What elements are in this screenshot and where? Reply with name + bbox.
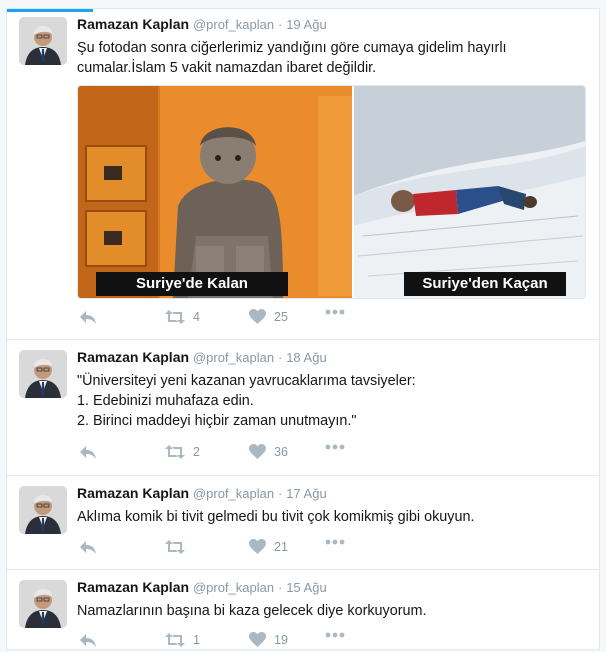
like-button[interactable]: 21 (249, 539, 288, 554)
retweet-count: 1 (193, 633, 200, 647)
retweet-button[interactable]: 4 (165, 309, 200, 325)
media-caption-left: Suriye'de Kalan (136, 275, 248, 292)
tweet-text: Şu fotodan sonra ciğerlerimiz yandığını … (77, 38, 585, 78)
tweet-text-line: 2. Birinci maddeyi hiçbir zaman unutmayı… (77, 413, 357, 429)
retweet-icon (165, 540, 185, 554)
like-count: 19 (274, 632, 288, 647)
tweet-text-line: cumalar.İslam 5 vakit namazdan ibaret de… (77, 60, 377, 76)
retweet-icon (165, 445, 185, 459)
reply-button[interactable] (79, 632, 97, 648)
more-icon (325, 444, 345, 450)
retweet-count: 2 (193, 445, 200, 459)
reply-button[interactable] (79, 309, 97, 325)
timestamp[interactable]: 18 Ağu (286, 350, 327, 365)
separator: · (277, 350, 283, 365)
more-button[interactable] (325, 309, 345, 315)
tweet-text-line: "Üniversiteyi yeni kazanan yavrucaklarım… (77, 373, 416, 389)
heart-icon (249, 309, 266, 324)
separator: · (277, 17, 283, 32)
author-handle[interactable]: @prof_kaplan (193, 486, 274, 501)
author-name[interactable]: Ramazan Kaplan (77, 485, 189, 501)
heart-icon (249, 632, 266, 647)
tweet-text-line: 1. Edebinizi muhafaza edin. (77, 393, 254, 409)
reply-icon (80, 446, 96, 459)
more-icon (325, 632, 345, 638)
avatar[interactable] (19, 486, 67, 534)
author-name[interactable]: Ramazan Kaplan (77, 579, 189, 595)
retweet-button[interactable] (165, 539, 193, 555)
author-name[interactable]: Ramazan Kaplan (77, 16, 189, 32)
heart-icon (249, 539, 266, 554)
tweet-text-line: Şu fotodan sonra ciğerlerimiz yandığını … (77, 40, 507, 56)
more-icon (325, 309, 345, 315)
avatar[interactable] (19, 350, 67, 398)
author-handle[interactable]: @prof_kaplan (193, 580, 274, 595)
tweet-text-line: Namazlarının başına bi kaza gelecek diye… (77, 603, 427, 619)
author-name[interactable]: Ramazan Kaplan (77, 349, 189, 365)
avatar[interactable] (19, 17, 67, 65)
like-count: 21 (274, 539, 288, 554)
tweet-text: Namazlarının başına bi kaza gelecek diye… (77, 601, 585, 621)
timeline: Ramazan Kaplan @prof_kaplan · 19 Ağu Şu … (6, 8, 600, 650)
tweet-header: Ramazan Kaplan @prof_kaplan · 19 Ağu (77, 15, 585, 34)
tweet-4[interactable]: Ramazan Kaplan @prof_kaplan · 15 Ağu Nam… (7, 570, 599, 650)
retweet-button[interactable]: 2 (165, 444, 200, 460)
tweet-1[interactable]: Ramazan Kaplan @prof_kaplan · 19 Ağu Şu … (7, 9, 599, 340)
reply-icon (80, 311, 96, 324)
tweet-text-line: Aklıma komik bi tivit gelmedi bu tivit ç… (77, 509, 475, 525)
more-icon (325, 539, 345, 545)
avatar-portrait (19, 17, 67, 65)
tweet-header: Ramazan Kaplan @prof_kaplan · 17 Ağu (77, 484, 585, 503)
timestamp[interactable]: 17 Ağu (286, 486, 327, 501)
like-button[interactable]: 36 (249, 444, 288, 459)
like-button[interactable]: 25 (249, 309, 288, 324)
tweet-3[interactable]: Ramazan Kaplan @prof_kaplan · 17 Ağu Akl… (7, 476, 599, 570)
tweet-header: Ramazan Kaplan @prof_kaplan · 15 Ağu (77, 578, 585, 597)
retweet-icon (165, 633, 185, 647)
timestamp[interactable]: 19 Ağu (286, 17, 327, 32)
separator: · (277, 580, 283, 595)
like-count: 25 (274, 309, 288, 324)
tweet-text: Aklıma komik bi tivit gelmedi bu tivit ç… (77, 507, 585, 527)
retweet-button[interactable]: 1 (165, 632, 200, 648)
like-button[interactable]: 19 (249, 632, 288, 647)
separator: · (277, 486, 283, 501)
avatar-portrait (19, 580, 67, 628)
reply-button[interactable] (79, 444, 97, 460)
media-caption-right: Suriye'den Kaçan (422, 275, 548, 292)
avatar[interactable] (19, 580, 67, 628)
heart-icon (249, 444, 266, 459)
retweet-count: 4 (193, 310, 200, 324)
more-button[interactable] (325, 632, 345, 638)
reply-button[interactable] (79, 539, 97, 555)
author-handle[interactable]: @prof_kaplan (193, 350, 274, 365)
more-button[interactable] (325, 444, 345, 450)
tweet-media[interactable]: Suriye'de Kalan Suriye'den Kaçan (77, 85, 586, 299)
avatar-portrait (19, 350, 67, 398)
reply-icon (80, 634, 96, 647)
author-handle[interactable]: @prof_kaplan (193, 17, 274, 32)
tweet-2[interactable]: Ramazan Kaplan @prof_kaplan · 18 Ağu "Ün… (7, 340, 599, 476)
reply-icon (80, 541, 96, 554)
timestamp[interactable]: 15 Ağu (286, 580, 327, 595)
tweet-text: "Üniversiteyi yeni kazanan yavrucaklarım… (77, 371, 585, 431)
more-button[interactable] (325, 539, 345, 545)
avatar-portrait (19, 486, 67, 534)
tweet-header: Ramazan Kaplan @prof_kaplan · 18 Ağu (77, 348, 585, 367)
retweet-icon (165, 310, 185, 324)
like-count: 36 (274, 444, 288, 459)
media-photo (78, 86, 585, 298)
